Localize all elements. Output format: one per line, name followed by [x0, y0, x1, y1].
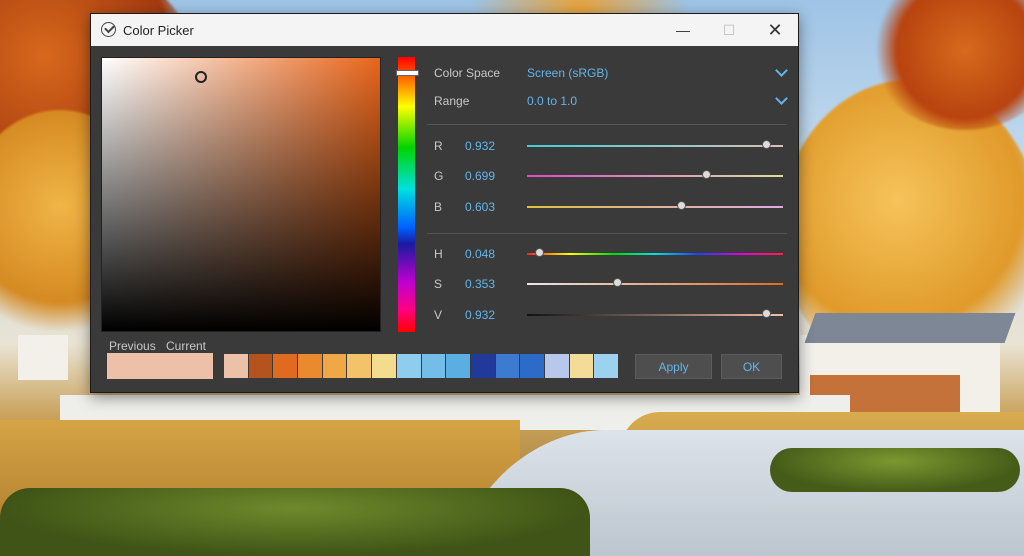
palette-swatch[interactable] — [421, 354, 447, 378]
palette-swatch[interactable] — [248, 354, 274, 378]
apply-button[interactable]: Apply — [635, 354, 712, 379]
minimize-button[interactable]: — — [660, 14, 706, 46]
palette-swatch[interactable] — [594, 354, 619, 378]
channel-label-b: B — [434, 200, 443, 214]
palette-swatch[interactable] — [544, 354, 570, 378]
palette-swatch[interactable] — [569, 354, 595, 378]
current-label: Current — [166, 339, 207, 353]
house — [18, 335, 68, 380]
value-slider[interactable] — [527, 309, 783, 318]
color-space-dropdown[interactable]: Screen (sRGB) — [527, 66, 608, 80]
chevron-down-icon[interactable] — [775, 92, 788, 105]
range-label: Range — [434, 94, 470, 108]
chevron-down-icon[interactable] — [775, 64, 788, 77]
slider-knob[interactable] — [535, 248, 545, 257]
divider — [427, 233, 787, 234]
palette-swatch[interactable] — [396, 354, 422, 378]
channel-value-s[interactable]: 0.353 — [465, 277, 495, 291]
hue-slider[interactable] — [527, 248, 783, 257]
color-space-label: Color Space — [434, 66, 501, 80]
palette-swatch[interactable] — [347, 354, 373, 378]
current-color-swatch — [107, 353, 213, 379]
palette-swatch[interactable] — [273, 354, 299, 378]
maximize-button[interactable]: ☐ — [706, 14, 752, 46]
divider — [427, 124, 787, 125]
palette-swatch[interactable] — [224, 354, 249, 378]
palette-swatch[interactable] — [520, 354, 545, 378]
hedge — [0, 488, 590, 556]
blue-slider[interactable] — [527, 201, 783, 210]
green-slider[interactable] — [527, 170, 783, 179]
ok-button[interactable]: OK — [721, 354, 782, 379]
previous-label: Previous — [109, 339, 156, 353]
palette-swatch[interactable] — [446, 354, 471, 378]
hue-strip[interactable] — [398, 57, 415, 332]
hue-handle[interactable] — [396, 70, 419, 77]
channel-value-r[interactable]: 0.932 — [465, 139, 495, 153]
slider-knob[interactable] — [761, 140, 771, 149]
slider-knob[interactable] — [677, 201, 687, 210]
palette-swatch[interactable] — [372, 354, 397, 378]
color-palette — [224, 354, 619, 378]
color-picker-window: Color Picker — ☐ ✕ Color Space Screen (s… — [90, 13, 799, 393]
range-dropdown[interactable]: 0.0 to 1.0 — [527, 94, 577, 108]
channel-value-v[interactable]: 0.932 — [465, 308, 495, 322]
palette-swatch[interactable] — [495, 354, 521, 378]
title-bar[interactable]: Color Picker — ☐ ✕ — [91, 14, 798, 46]
channel-value-b[interactable]: 0.603 — [465, 200, 495, 214]
palette-swatch[interactable] — [298, 354, 323, 378]
palette-swatch[interactable] — [470, 354, 496, 378]
sv-handle[interactable] — [194, 70, 207, 83]
channel-label-s: S — [434, 277, 443, 291]
channel-label-g: G — [434, 169, 444, 183]
slider-knob[interactable] — [613, 278, 623, 287]
close-button[interactable]: ✕ — [752, 14, 798, 46]
channel-value-h[interactable]: 0.048 — [465, 247, 495, 261]
palette-swatch[interactable] — [322, 354, 348, 378]
window-title: Color Picker — [123, 23, 194, 38]
channel-label-v: V — [434, 308, 443, 322]
app-logo-icon — [101, 22, 116, 37]
slider-knob[interactable] — [701, 170, 711, 179]
hedge — [770, 448, 1020, 492]
channel-value-g[interactable]: 0.699 — [465, 169, 495, 183]
saturation-slider[interactable] — [527, 278, 783, 287]
channel-label-r: R — [434, 139, 443, 153]
saturation-value-area[interactable] — [101, 57, 381, 332]
channel-label-h: H — [434, 247, 443, 261]
red-slider[interactable] — [527, 140, 783, 149]
slider-knob[interactable] — [761, 309, 771, 318]
